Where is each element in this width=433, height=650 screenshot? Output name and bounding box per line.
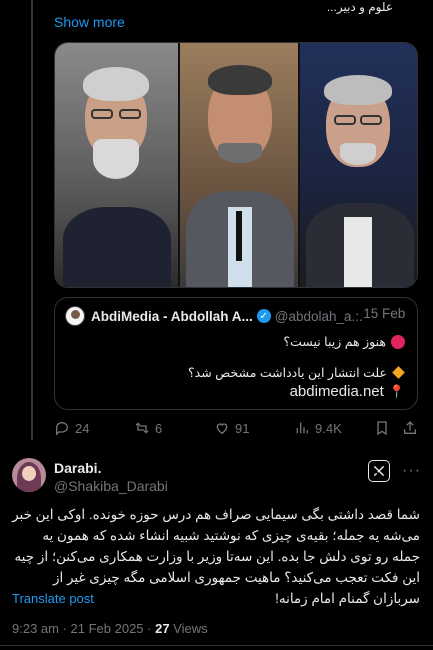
quoted-line-2: علت انتشار این یادداشت مشخص شد؟ [188, 365, 405, 380]
author-name[interactable]: Darabi. [54, 460, 101, 476]
quoted-author-name[interactable]: AbdiMedia - Abdollah A... [91, 309, 253, 324]
photo-panel-left [55, 43, 178, 287]
quoted-post-header: AbdiMedia - Abdollah A... ✓ @abdolah_a..… [65, 306, 409, 326]
quoted-link[interactable]: abdimedia.net [290, 383, 384, 400]
reply-icon [56, 421, 69, 436]
thread-line [31, 0, 33, 440]
heart-icon [216, 423, 228, 435]
pin-icon: 📍 [388, 383, 405, 399]
photo-panel-center [179, 43, 299, 287]
share-icon [404, 421, 416, 434]
grok-icon [373, 465, 385, 477]
quoted-line-1: هنوز هم زیبا نیست؟ [283, 334, 405, 349]
views-label: Views [169, 621, 208, 636]
bookmark-icon [377, 421, 387, 436]
repost-button[interactable]: 6 [134, 420, 162, 436]
grok-button[interactable] [368, 460, 390, 482]
quoted-text-1: هنوز هم زیبا نیست؟ [283, 335, 386, 349]
post-meta: 9:23 am · 21 Feb 2025 · 27 Views [12, 621, 208, 636]
more-icon[interactable]: ··· [402, 462, 421, 480]
repost-icon [135, 422, 149, 434]
divider [0, 645, 433, 646]
quoted-post[interactable]: AbdiMedia - Abdollah A... ✓ @abdolah_a..… [54, 297, 418, 410]
orange-diamond-icon [392, 366, 405, 379]
truncated-text: علوم و دبیر... [326, 0, 393, 14]
translate-post-link[interactable]: Translate post [12, 591, 94, 606]
reply-button[interactable]: 24 [54, 420, 89, 436]
photo-panel-right [300, 43, 417, 287]
quoted-post-date[interactable]: · 15 Feb [355, 306, 405, 321]
quoted-author-handle[interactable]: @abdolah_a... [275, 309, 363, 324]
post-timestamp[interactable]: 9:23 am · 21 Feb 2025 · [12, 621, 155, 636]
views-icon [296, 422, 308, 434]
views-button[interactable]: 9.4K [294, 420, 342, 436]
reply-count: 24 [75, 420, 90, 436]
action-bar: 24 6 91 9.4K [54, 420, 418, 440]
quoted-line-3: 📍 abdimedia.net [290, 383, 405, 400]
like-button[interactable]: 91 [214, 420, 249, 436]
quoted-avatar[interactable] [65, 306, 85, 326]
share-button[interactable] [402, 420, 418, 436]
media-image[interactable] [54, 42, 418, 288]
red-circle-icon [391, 334, 405, 349]
quoted-text-2: علت انتشار این یادداشت مشخص شد؟ [188, 366, 387, 380]
verified-badge-icon: ✓ [256, 309, 271, 323]
like-count: 91 [235, 420, 250, 436]
views-count: 9.4K [315, 420, 342, 436]
views-number: 27 [155, 621, 170, 636]
show-more-link[interactable]: Show more [54, 14, 125, 30]
repost-count: 6 [155, 420, 163, 436]
author-avatar[interactable] [12, 458, 46, 492]
bookmark-button[interactable] [374, 420, 390, 436]
author-handle[interactable]: @Shakiba_Darabi [54, 478, 168, 494]
